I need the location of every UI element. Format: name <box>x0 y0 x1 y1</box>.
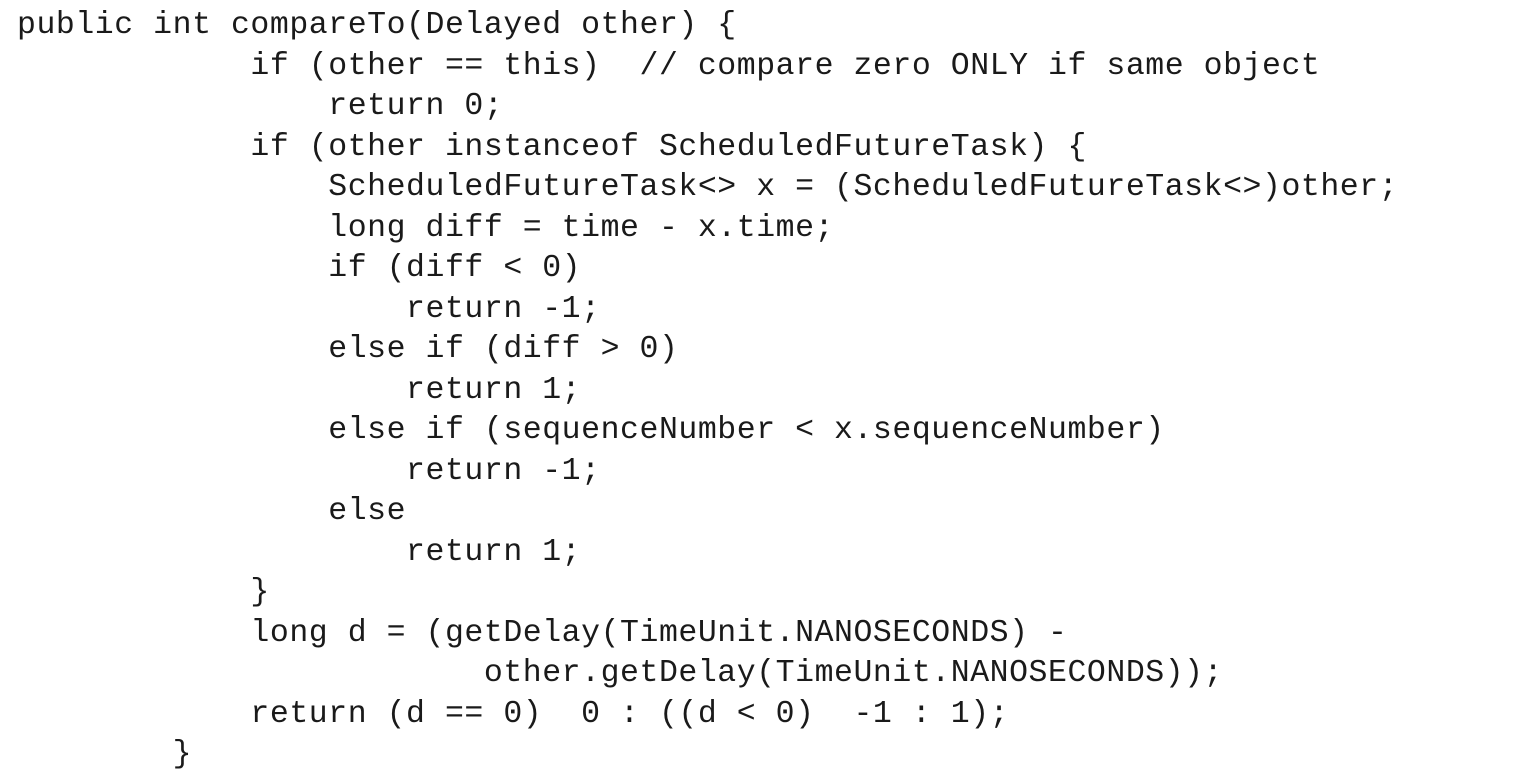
code-line: return 0; <box>17 89 504 124</box>
code-line: if (other instanceof ScheduledFutureTask… <box>17 129 1087 165</box>
code-line: ScheduledFutureTask<> x = (ScheduledFutu… <box>17 170 1399 205</box>
code-line: return (d == 0) 0 : ((d < 0) -1 : 1); <box>17 696 1010 732</box>
code-line: else <box>17 494 407 529</box>
code-line: long d = (getDelay(TimeUnit.NANOSECONDS)… <box>17 615 1068 651</box>
code-line: } <box>17 575 270 610</box>
code-line: else if (sequenceNumber < x.sequenceNumb… <box>17 413 1165 448</box>
code-line: public int compareTo(Delayed other) { <box>17 8 737 43</box>
code-line: if (diff < 0) <box>17 251 582 286</box>
code-listing: public int compareTo(Delayed other) { if… <box>0 0 1514 782</box>
code-line: if (other == this) // compare zero ONLY … <box>17 48 1321 84</box>
code-line: return 1; <box>17 534 582 570</box>
code-line: } <box>17 737 193 772</box>
code-line: return 1; <box>17 372 582 408</box>
code-line: return -1; <box>17 291 601 327</box>
code-line: return -1; <box>17 453 601 489</box>
code-line: other.getDelay(TimeUnit.NANOSECONDS)); <box>17 656 1224 691</box>
code-line: else if (diff > 0) <box>17 332 679 367</box>
code-line: long diff = time - x.time; <box>17 210 835 246</box>
